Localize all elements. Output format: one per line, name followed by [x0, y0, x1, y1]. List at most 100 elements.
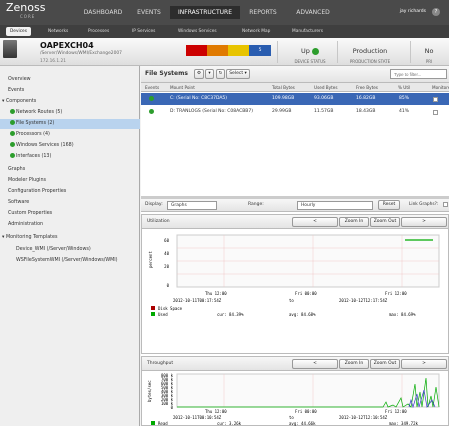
- sidebar-item-monitoring-templates[interactable]: ▾ Monitoring Templates: [2, 233, 58, 243]
- device-path[interactable]: /Server/Windows/WMI/Exchange2007: [40, 51, 122, 56]
- utilization-chart: 60 40 20 0 percent Thu 12:00 Fri 00:00 F…: [148, 234, 440, 317]
- link-graphs-checkbox[interactable]: [443, 202, 448, 207]
- subnav-ip-services[interactable]: IP Services: [128, 27, 159, 36]
- nav-dashboard[interactable]: DASHBOARD: [78, 6, 128, 19]
- y-tick: 20: [164, 264, 169, 269]
- select-menu-button[interactable]: Select ▾: [226, 69, 250, 79]
- sidebar-item-overview[interactable]: Overview: [8, 75, 31, 85]
- subnav-networks[interactable]: Networks: [44, 27, 72, 36]
- zoom-in-button[interactable]: Zoom In: [339, 359, 369, 369]
- event-critical-badge[interactable]: [186, 45, 208, 56]
- cell-mount: D: TRANLOGS (Serial No: C08ACBB7): [170, 109, 253, 114]
- sidebar-item-components[interactable]: ▾ Components: [2, 97, 36, 107]
- graph-next-button[interactable]: >: [401, 359, 447, 369]
- refresh-icon[interactable]: ↻: [216, 69, 225, 79]
- range-select[interactable]: Hourly: [297, 201, 373, 210]
- table-row[interactable]: D: TRANLOGS (Serial No: C08ACBB7) 29.99G…: [141, 106, 449, 118]
- cell-total: 29.99GB: [272, 109, 292, 114]
- legend-label: Read: [158, 421, 168, 426]
- x-tick: Fri 00:00: [295, 291, 317, 296]
- subnav-processes[interactable]: Processes: [84, 27, 113, 36]
- table-row[interactable]: C: (Serial No: C8C37DA5) 109.98GB 93.06G…: [141, 93, 449, 105]
- zoom-out-button[interactable]: Zoom Out: [370, 217, 400, 227]
- col-total-bytes[interactable]: Total Bytes: [272, 83, 295, 92]
- y-tick: 0: [167, 283, 170, 288]
- display-select[interactable]: Graphs: [167, 201, 217, 210]
- legend-swatch: [151, 306, 155, 310]
- x-tick: Fri 00:00: [295, 409, 317, 414]
- stat-max: max: 349.72k: [389, 421, 418, 426]
- sidebar-item-windows-services[interactable]: Windows Services (168): [10, 141, 74, 151]
- subnav-windows-services[interactable]: Windows Services: [174, 27, 221, 36]
- monitored-checkbox[interactable]: [433, 96, 438, 102]
- nav-events[interactable]: EVENTS: [131, 6, 167, 19]
- sidebar-item-processors[interactable]: Processors (4): [10, 130, 50, 140]
- col-mount-point[interactable]: Mount Point: [170, 83, 195, 92]
- plot-area: [176, 373, 440, 408]
- sidebar-item-events[interactable]: Events: [8, 86, 24, 96]
- nav-advanced[interactable]: ADVANCED: [288, 6, 338, 19]
- status-up-icon: [311, 47, 319, 55]
- event-error-badge[interactable]: [207, 45, 229, 56]
- graph-prev-button[interactable]: <: [292, 359, 338, 369]
- status-green-icon: [10, 131, 15, 136]
- range-from: 2012-10-11T00:10:54Z: [173, 415, 222, 420]
- sidebar-item-administration[interactable]: Administration: [8, 220, 43, 230]
- throughput-chart: 800 k 700 k 600 k 500 k 400 k 300 k 200 …: [147, 373, 440, 426]
- help-icon[interactable]: ?: [432, 8, 440, 16]
- header-divider: [337, 41, 338, 63]
- subnav-manufacturers[interactable]: Manufacturers: [288, 27, 327, 36]
- legend-swatch: [151, 421, 155, 425]
- user-name[interactable]: jay richards: [400, 9, 426, 14]
- x-tick: Thu 12:00: [205, 291, 227, 296]
- display-label: Display:: [145, 202, 163, 207]
- zoom-in-button[interactable]: Zoom In: [339, 217, 369, 227]
- range-to-label: to: [289, 298, 294, 303]
- event-count: 5: [258, 48, 262, 53]
- production-state-value[interactable]: Production: [340, 47, 400, 55]
- nav-reports[interactable]: REPORTS: [243, 6, 283, 19]
- monitored-checkbox[interactable]: [433, 109, 438, 115]
- device-status-label: DEVICE STATUS: [294, 59, 326, 64]
- filter-input[interactable]: [390, 69, 447, 79]
- sidebar-item-file-systems[interactable]: File Systems (2): [0, 119, 140, 129]
- sidebar-item-graphs[interactable]: Graphs: [8, 165, 25, 175]
- graph-next-button[interactable]: >: [401, 217, 447, 227]
- sidebar-item-custom-properties[interactable]: Custom Properties: [8, 209, 52, 219]
- legend-label: Disk Space: [158, 306, 183, 311]
- col-events[interactable]: Events: [145, 83, 159, 92]
- col-free-bytes[interactable]: Free Bytes: [356, 83, 378, 92]
- chevron-down-icon[interactable]: ▾: [205, 69, 214, 79]
- reset-button[interactable]: Reset: [378, 200, 400, 210]
- graph-title: Throughput: [147, 361, 174, 366]
- range-to-label: to: [289, 415, 294, 420]
- zenoss-logo[interactable]: Zenoss CORE: [6, 2, 50, 22]
- col-monitored[interactable]: Monitored: [432, 83, 449, 92]
- priority-value[interactable]: No: [414, 47, 444, 55]
- graph-prev-button[interactable]: <: [292, 217, 338, 227]
- sidebar-item-configuration-properties[interactable]: Configuration Properties: [8, 187, 66, 197]
- subnav-network-map[interactable]: Network Map: [238, 27, 274, 36]
- y-tick: 40: [164, 251, 169, 256]
- gear-icon[interactable]: ⚙: [194, 69, 204, 79]
- sidebar-item-network-routes[interactable]: Network Routes (5): [10, 108, 62, 118]
- production-state-label: PRODUCTION STATE: [349, 59, 391, 64]
- event-info-badge[interactable]: 5: [249, 45, 271, 56]
- event-warning-badge[interactable]: [228, 45, 250, 56]
- sidebar-item-template-device-wmi[interactable]: Device_WMI (/Server/Windows): [16, 245, 91, 255]
- cell-used: 93.06GB: [314, 96, 334, 101]
- zoom-out-button[interactable]: Zoom Out: [370, 359, 400, 369]
- col-used-bytes[interactable]: Used Bytes: [314, 83, 338, 92]
- sidebar-item-interfaces[interactable]: Interfaces (13): [10, 152, 51, 162]
- sidebar-item-modeler-plugins[interactable]: Modeler Plugins: [8, 176, 46, 186]
- nav-infrastructure[interactable]: INFRASTRUCTURE: [170, 6, 240, 19]
- status-green-icon: [10, 109, 15, 114]
- stat-max: max: 84.69%: [389, 312, 416, 317]
- col-util[interactable]: % Util: [398, 83, 410, 92]
- cell-used: 11.57GB: [314, 109, 334, 114]
- sidebar-item-template-filesystem-wmi[interactable]: WSFileSystemWMI (/Server/Windows/WMI): [16, 256, 118, 266]
- y-tick: 60: [164, 238, 169, 243]
- subnav-devices[interactable]: Devices: [6, 27, 31, 36]
- sidebar-item-software[interactable]: Software: [8, 198, 29, 208]
- cell-total: 109.98GB: [272, 96, 295, 101]
